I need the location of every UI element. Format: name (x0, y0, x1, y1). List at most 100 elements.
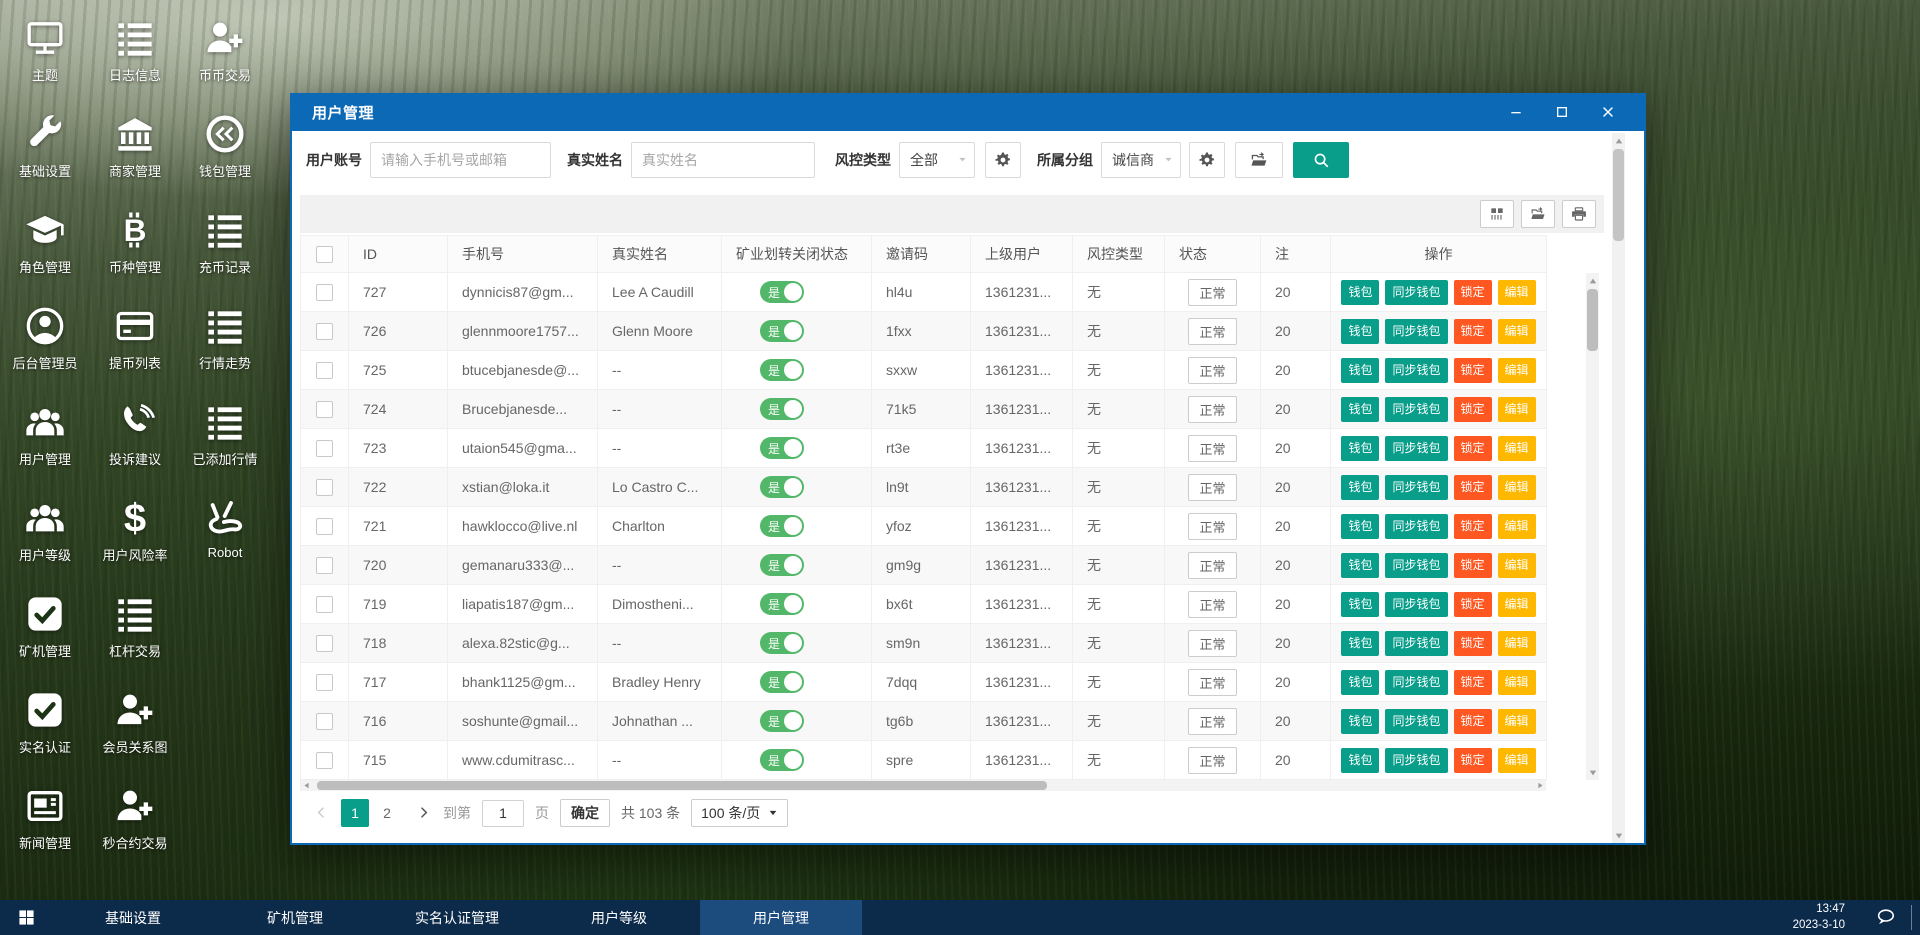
action-sync-wallet-button[interactable]: 同步钱包 (1385, 436, 1447, 461)
action-lock-button[interactable]: 锁定 (1454, 631, 1492, 656)
mining-transfer-toggle[interactable]: 是 (760, 515, 804, 537)
mining-transfer-toggle[interactable]: 是 (760, 671, 804, 693)
action-wallet-button[interactable]: 钱包 (1341, 397, 1379, 422)
window-titlebar[interactable]: 用户管理 (290, 93, 1646, 131)
row-checkbox[interactable] (316, 557, 333, 574)
action-sync-wallet-button[interactable]: 同步钱包 (1385, 397, 1447, 422)
row-checkbox[interactable] (316, 479, 333, 496)
desktop-shortcut[interactable]: B币种管理 (90, 200, 180, 296)
goto-page-input[interactable] (482, 800, 524, 827)
desktop-shortcut[interactable]: 充币记录 (180, 200, 270, 296)
mining-transfer-toggle[interactable]: 是 (760, 476, 804, 498)
action-lock-button[interactable]: 锁定 (1454, 670, 1492, 695)
mining-transfer-toggle[interactable]: 是 (760, 554, 804, 576)
desktop-shortcut[interactable]: 用户管理 (0, 392, 90, 488)
horizontal-scroll-thumb[interactable] (317, 781, 1047, 790)
taskbar-item[interactable]: 用户管理 (700, 900, 862, 935)
action-wallet-button[interactable]: 钱包 (1341, 436, 1379, 461)
row-checkbox[interactable] (316, 713, 333, 730)
risk-settings-button[interactable] (985, 142, 1021, 178)
select-all-checkbox[interactable] (316, 246, 333, 263)
mining-transfer-toggle[interactable]: 是 (760, 710, 804, 732)
desktop-shortcut[interactable]: 秒合约交易 (90, 776, 180, 872)
page-size-select[interactable]: 100 条/页 (691, 799, 788, 827)
scroll-up-icon[interactable] (1586, 274, 1599, 287)
row-checkbox[interactable] (316, 362, 333, 379)
action-edit-button[interactable]: 编辑 (1498, 397, 1536, 422)
action-edit-button[interactable]: 编辑 (1498, 280, 1536, 305)
row-checkbox[interactable] (316, 518, 333, 535)
action-sync-wallet-button[interactable]: 同步钱包 (1385, 631, 1447, 656)
mining-transfer-toggle[interactable]: 是 (760, 437, 804, 459)
action-wallet-button[interactable]: 钱包 (1341, 709, 1379, 734)
row-checkbox[interactable] (316, 752, 333, 769)
account-input[interactable] (370, 142, 551, 178)
page-button-1[interactable]: 1 (341, 799, 369, 827)
action-sync-wallet-button[interactable]: 同步钱包 (1385, 670, 1447, 695)
action-sync-wallet-button[interactable]: 同步钱包 (1385, 475, 1447, 500)
desktop-shortcut[interactable]: 角色管理 (0, 200, 90, 296)
taskbar-item[interactable]: 实名认证管理 (376, 900, 538, 935)
search-button[interactable] (1293, 142, 1349, 178)
action-lock-button[interactable]: 锁定 (1454, 709, 1492, 734)
action-edit-button[interactable]: 编辑 (1498, 358, 1536, 383)
taskbar-clock[interactable]: 13:47 2023-3-10 (1793, 900, 1845, 935)
group-select[interactable]: 诚信商 (1101, 142, 1181, 178)
window-scrollbar[interactable] (1612, 133, 1625, 843)
taskbar-item[interactable]: 用户等级 (538, 900, 700, 935)
desktop-shortcut[interactable]: 日志信息 (90, 8, 180, 104)
mining-transfer-toggle[interactable]: 是 (760, 359, 804, 381)
desktop-shortcut[interactable]: 矿机管理 (0, 584, 90, 680)
scroll-left-icon[interactable] (301, 780, 312, 791)
realname-input[interactable] (631, 142, 815, 178)
action-wallet-button[interactable]: 钱包 (1341, 592, 1379, 617)
desktop-shortcut[interactable]: Robot (180, 488, 270, 584)
action-edit-button[interactable]: 编辑 (1498, 709, 1536, 734)
row-checkbox[interactable] (316, 635, 333, 652)
desktop-shortcut[interactable]: 提币列表 (90, 296, 180, 392)
risk-type-select[interactable]: 全部 (899, 142, 975, 178)
desktop-shortcut[interactable]: 会员关系图 (90, 680, 180, 776)
action-sync-wallet-button[interactable]: 同步钱包 (1385, 319, 1447, 344)
action-edit-button[interactable]: 编辑 (1498, 670, 1536, 695)
confirm-page-button[interactable]: 确定 (560, 799, 610, 827)
action-wallet-button[interactable]: 钱包 (1341, 631, 1379, 656)
action-edit-button[interactable]: 编辑 (1498, 319, 1536, 344)
scroll-down-icon[interactable] (1586, 766, 1599, 779)
close-icon[interactable] (1600, 104, 1616, 120)
action-edit-button[interactable]: 编辑 (1498, 436, 1536, 461)
action-lock-button[interactable]: 锁定 (1454, 553, 1492, 578)
desktop-shortcut[interactable]: 币币交易 (180, 8, 270, 104)
desktop-shortcut[interactable]: 用户等级 (0, 488, 90, 584)
action-wallet-button[interactable]: 钱包 (1341, 475, 1379, 500)
action-sync-wallet-button[interactable]: 同步钱包 (1385, 358, 1447, 383)
desktop-shortcut[interactable]: 新闻管理 (0, 776, 90, 872)
action-edit-button[interactable]: 编辑 (1498, 631, 1536, 656)
desktop-shortcut[interactable]: 投诉建议 (90, 392, 180, 488)
action-sync-wallet-button[interactable]: 同步钱包 (1385, 592, 1447, 617)
table-scrollbar[interactable] (1586, 273, 1599, 780)
chat-icon[interactable] (1875, 907, 1896, 928)
action-sync-wallet-button[interactable]: 同步钱包 (1385, 280, 1447, 305)
export-button[interactable] (1235, 142, 1283, 178)
start-button[interactable] (0, 900, 52, 935)
action-lock-button[interactable]: 锁定 (1454, 319, 1492, 344)
action-edit-button[interactable]: 编辑 (1498, 475, 1536, 500)
action-edit-button[interactable]: 编辑 (1498, 553, 1536, 578)
row-checkbox[interactable] (316, 284, 333, 301)
mining-transfer-toggle[interactable]: 是 (760, 593, 804, 615)
action-wallet-button[interactable]: 钱包 (1341, 514, 1379, 539)
taskbar-item[interactable]: 矿机管理 (214, 900, 376, 935)
desktop-shortcut[interactable]: 钱包管理 (180, 104, 270, 200)
export-table-button[interactable] (1521, 200, 1555, 228)
mining-transfer-toggle[interactable]: 是 (760, 749, 804, 771)
mining-transfer-toggle[interactable]: 是 (760, 281, 804, 303)
desktop-shortcut[interactable]: 杠杆交易 (90, 584, 180, 680)
action-lock-button[interactable]: 锁定 (1454, 514, 1492, 539)
action-sync-wallet-button[interactable]: 同步钱包 (1385, 748, 1447, 773)
action-lock-button[interactable]: 锁定 (1454, 592, 1492, 617)
action-sync-wallet-button[interactable]: 同步钱包 (1385, 709, 1447, 734)
desktop-shortcut[interactable]: 基础设置 (0, 104, 90, 200)
action-lock-button[interactable]: 锁定 (1454, 748, 1492, 773)
desktop-shortcut[interactable]: 商家管理 (90, 104, 180, 200)
